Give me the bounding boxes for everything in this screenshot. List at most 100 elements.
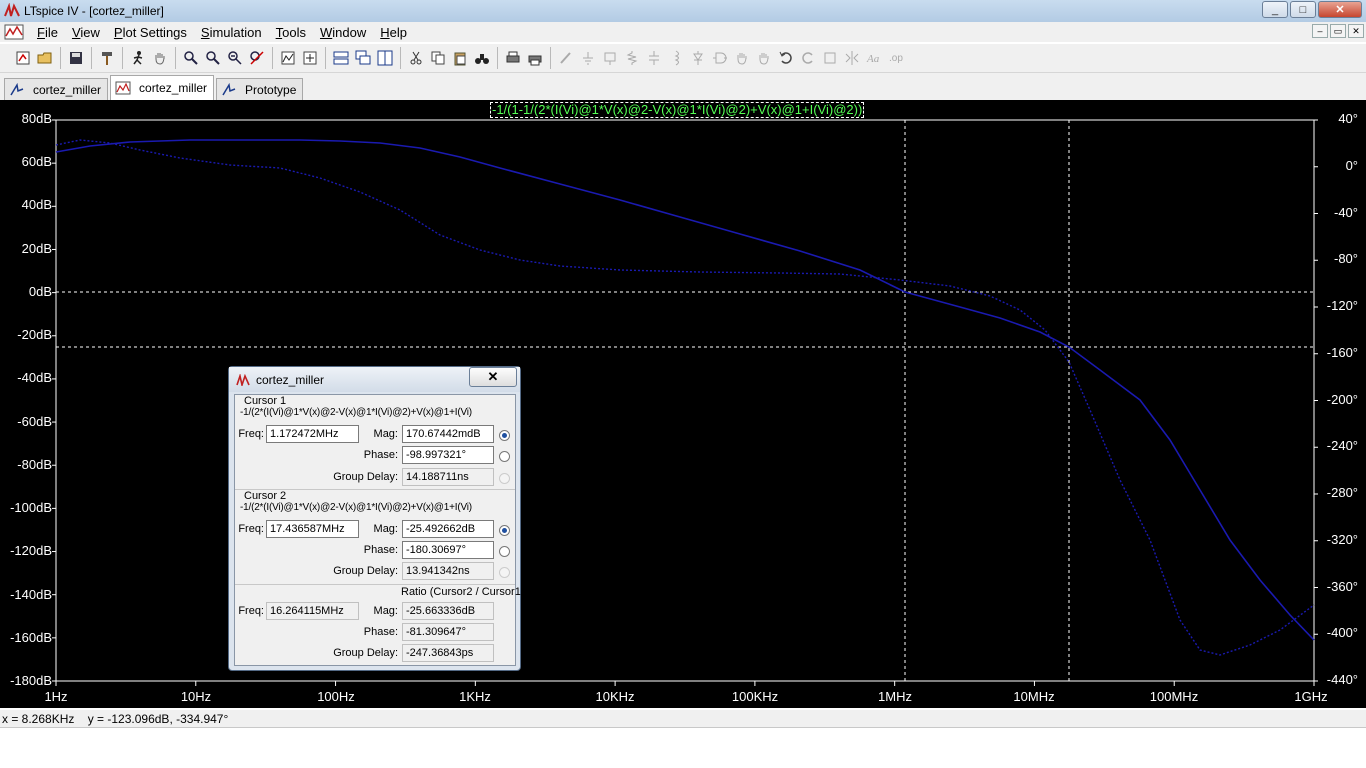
zoom-area-icon[interactable] bbox=[202, 47, 224, 69]
new-schematic-icon[interactable] bbox=[12, 47, 34, 69]
drag-hand-icon bbox=[753, 47, 775, 69]
symbol-icon bbox=[222, 82, 236, 95]
cascade-icon[interactable] bbox=[352, 47, 374, 69]
mdi-close-button[interactable]: ✕ bbox=[1348, 24, 1364, 38]
copy-icon[interactable] bbox=[427, 47, 449, 69]
x-tick-label: 10KHz bbox=[595, 689, 635, 704]
cursor2-mag-field[interactable]: -25.492662dB bbox=[402, 520, 494, 538]
cursor1-header: Cursor 1 bbox=[244, 395, 287, 407]
bottom-area bbox=[0, 728, 1366, 768]
ltspice-logo-icon bbox=[4, 3, 20, 17]
cursor2-freq-field[interactable]: 17.436587MHz bbox=[266, 520, 359, 538]
paste-icon[interactable] bbox=[449, 47, 471, 69]
cursor2-phase-label: Phase: bbox=[363, 544, 398, 556]
tab-prototype[interactable]: Prototype bbox=[216, 78, 304, 100]
zoom-in-icon[interactable] bbox=[180, 47, 202, 69]
redo-icon bbox=[797, 47, 819, 69]
cursor2-group-delay-radio bbox=[499, 567, 510, 578]
zoom-fit-icon[interactable] bbox=[246, 47, 268, 69]
text-icon: Aa bbox=[863, 47, 885, 69]
cursor1-mag-field[interactable]: 170.67442mdB bbox=[402, 425, 494, 443]
cursor1-mag-radio[interactable] bbox=[499, 430, 510, 441]
cursor1-freq-field[interactable]: 1.172472MHz bbox=[266, 425, 359, 443]
pan-hand-icon[interactable] bbox=[149, 47, 171, 69]
y-tick-label: -140dB bbox=[10, 587, 52, 602]
menu-file[interactable]: File bbox=[30, 25, 65, 40]
x-tick-label: 1MHz bbox=[878, 689, 912, 704]
tab-waveform[interactable]: cortez_miller bbox=[110, 75, 215, 100]
x-tick-label: 10MHz bbox=[1013, 689, 1055, 704]
trace-expression-label[interactable]: -1/(1-1/(2*(I(Vi)@1*V(x)@2-V(x)@1*I(Vi)@… bbox=[490, 102, 865, 118]
menu-simulation[interactable]: Simulation bbox=[194, 25, 269, 40]
cursor2-expression: -1/(2*(I(Vi)@1*V(x)@2-V(x)@1*I(Vi)@2)+V(… bbox=[240, 502, 472, 513]
y2-tick-label: -320° bbox=[1326, 532, 1358, 547]
run-icon[interactable] bbox=[127, 47, 149, 69]
cursor1-phase-field[interactable]: -98.997321° bbox=[402, 446, 494, 464]
ratio-group-delay-label: Group Delay: bbox=[333, 647, 398, 659]
open-folder-icon[interactable] bbox=[34, 47, 56, 69]
rotate-icon bbox=[819, 47, 841, 69]
window-controls: _ □ ✕ bbox=[1262, 1, 1362, 18]
menu-help[interactable]: Help bbox=[373, 25, 414, 40]
ratio-header: Ratio (Cursor2 / Cursor1) bbox=[401, 586, 525, 598]
y2-tick-label: 0° bbox=[1345, 158, 1358, 173]
print-setup-icon[interactable] bbox=[502, 47, 524, 69]
inductor-icon bbox=[665, 47, 687, 69]
diode-icon bbox=[687, 47, 709, 69]
print-icon[interactable] bbox=[524, 47, 546, 69]
y2-tick-label: -240° bbox=[1326, 438, 1358, 453]
tile-vertical-icon[interactable] bbox=[374, 47, 396, 69]
menu-window[interactable]: Window bbox=[313, 25, 373, 40]
y2-tick-label: -80° bbox=[1334, 251, 1358, 266]
mdi-restore-button[interactable]: ▭ bbox=[1330, 24, 1346, 38]
cursor-dialog[interactable]: cortez_miller ✕ Cursor 1 -1/(2*(I(Vi)@1*… bbox=[228, 366, 525, 671]
find-binoculars-icon[interactable] bbox=[471, 47, 493, 69]
cursor1-group-delay-field: 14.188711ns bbox=[402, 468, 494, 486]
tab-schematic[interactable]: cortez_miller bbox=[4, 78, 109, 100]
cursor1-expression: -1/(2*(I(Vi)@1*V(x)@2-V(x)@1*I(Vi)@2)+V(… bbox=[240, 407, 472, 418]
zoom-out-icon[interactable] bbox=[224, 47, 246, 69]
cut-scissors-icon[interactable] bbox=[405, 47, 427, 69]
tile-horizontal-icon[interactable] bbox=[330, 47, 352, 69]
dialog-close-button[interactable]: ✕ bbox=[469, 367, 517, 387]
menu-tools[interactable]: Tools bbox=[269, 25, 313, 40]
mdi-minimize-button[interactable]: – bbox=[1312, 24, 1328, 38]
save-icon[interactable] bbox=[65, 47, 87, 69]
y-tick-label: -100dB bbox=[10, 500, 52, 515]
cursor1-phase-radio[interactable] bbox=[499, 451, 510, 462]
autorange-icon[interactable] bbox=[277, 47, 299, 69]
cursor1-mag-label: Mag: bbox=[373, 428, 398, 440]
y-tick-label: -120dB bbox=[10, 543, 52, 558]
dialog-title: cortez_miller bbox=[256, 373, 325, 387]
x-tick-label: 100Hz bbox=[317, 689, 355, 704]
waveform-doc-icon bbox=[4, 24, 24, 40]
component-icon bbox=[709, 47, 731, 69]
cursor2-group-delay-field: 13.941342ns bbox=[402, 562, 494, 580]
undo-icon[interactable] bbox=[775, 47, 797, 69]
cursor2-phase-radio[interactable] bbox=[499, 546, 510, 557]
y-tick-label: 0dB bbox=[28, 284, 52, 299]
y2-tick-label: -440° bbox=[1326, 672, 1358, 687]
ratio-freq-label: Freq: bbox=[238, 605, 264, 617]
waveform-plot[interactable]: -1/(1-1/(2*(I(Vi)@1*V(x)@2-V(x)@1*I(Vi)@… bbox=[0, 100, 1366, 708]
cursor2-mag-radio[interactable] bbox=[499, 525, 510, 536]
cursor1-freq-label: Freq: bbox=[238, 428, 264, 440]
document-tabs: cortez_miller cortez_miller Prototype bbox=[0, 73, 1366, 100]
cursor2-header: Cursor 2 bbox=[244, 490, 287, 502]
close-button[interactable]: ✕ bbox=[1318, 1, 1362, 18]
dialog-titlebar[interactable]: cortez_miller ✕ bbox=[229, 367, 520, 392]
x-tick-label: 1GHz bbox=[1294, 689, 1328, 704]
manual-limits-icon[interactable] bbox=[299, 47, 321, 69]
toolbar: Aa .op bbox=[0, 43, 1366, 73]
bode-plot-canvas[interactable] bbox=[0, 100, 1366, 708]
ground-icon bbox=[577, 47, 599, 69]
menu-plot-settings[interactable]: Plot Settings bbox=[107, 25, 194, 40]
maximize-button[interactable]: □ bbox=[1290, 1, 1316, 18]
ratio-group-delay-field: -247.36843ps bbox=[402, 644, 494, 662]
cursor2-phase-field[interactable]: -180.30697° bbox=[402, 541, 494, 559]
cursor2-group-delay-label: Group Delay: bbox=[333, 565, 398, 577]
minimize-button[interactable]: _ bbox=[1262, 1, 1288, 18]
menu-view[interactable]: View bbox=[65, 25, 107, 40]
x-tick-label: 100MHz bbox=[1149, 689, 1199, 704]
control-panel-hammer-icon[interactable] bbox=[96, 47, 118, 69]
